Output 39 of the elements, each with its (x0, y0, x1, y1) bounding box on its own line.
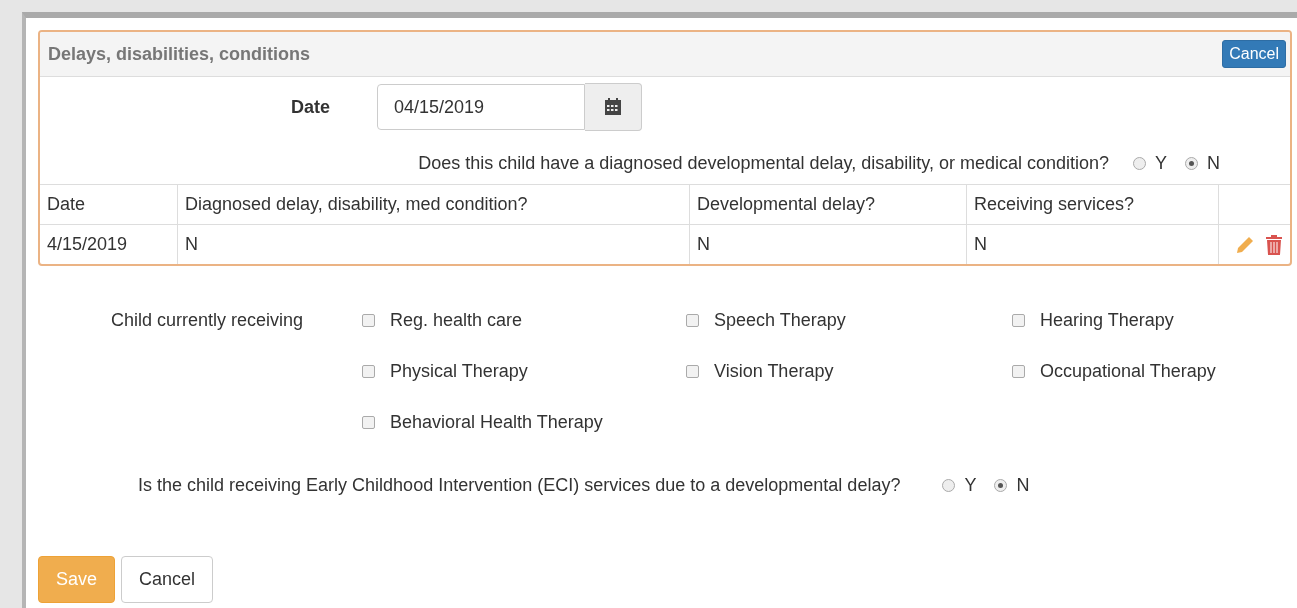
question-text: Is the child receiving Early Childhood Intervention (ECI) services due to a developmental delay? (138, 475, 901, 496)
date-label: Date (291, 96, 331, 118)
cancel-button[interactable]: Cancel (1222, 40, 1286, 68)
date-field[interactable]: 04/15/2019 (377, 84, 585, 130)
table-cell: 4/15/2019 (40, 224, 178, 264)
checkbox-label: Physical Therapy (390, 361, 528, 382)
checkbox-label: Reg. health care (390, 310, 523, 331)
checkbox-label: Hearing Therapy (1040, 310, 1174, 331)
checkbox-label: Vision Therapy (714, 361, 834, 382)
radio-label: N (1207, 153, 1220, 174)
column-header: Date (40, 184, 178, 225)
panel-title: Delays, disabilities, conditions (48, 43, 311, 65)
radio-label: N (1016, 475, 1030, 496)
radio-label: Y (964, 475, 977, 496)
checkbox[interactable] (362, 365, 375, 378)
field-label: Child currently receiving (111, 310, 305, 331)
column-header: Receiving services? (966, 184, 1219, 225)
radio-button[interactable] (1133, 157, 1146, 170)
checkbox[interactable] (686, 365, 699, 378)
trash-icon[interactable] (1265, 234, 1283, 255)
checkbox-label: Behavioral Health Therapy (390, 412, 603, 433)
calendar-icon (604, 98, 622, 116)
cancel-button[interactable]: Cancel (121, 556, 214, 603)
question-text: Does this child have a diagnosed developmental delay, disability, or medical condition? (418, 153, 1109, 174)
checkbox[interactable] (362, 416, 375, 429)
pencil-icon[interactable] (1235, 234, 1255, 255)
radio-button[interactable] (942, 479, 956, 492)
radio-button[interactable] (1185, 157, 1198, 170)
column-header: Developmental delay? (689, 184, 967, 225)
checkbox[interactable] (1012, 365, 1025, 378)
column-header: Diagnosed delay, disability, med condition? (177, 184, 690, 225)
checkbox[interactable] (686, 314, 699, 327)
checkbox[interactable] (1012, 314, 1025, 327)
checkbox-label: Speech Therapy (714, 310, 846, 331)
checkbox-label: Occupational Therapy (1040, 361, 1216, 382)
checkbox[interactable] (362, 314, 375, 327)
radio-label: Y (1155, 153, 1167, 174)
radio-button[interactable] (994, 479, 1008, 492)
calendar-button[interactable] (585, 83, 642, 131)
